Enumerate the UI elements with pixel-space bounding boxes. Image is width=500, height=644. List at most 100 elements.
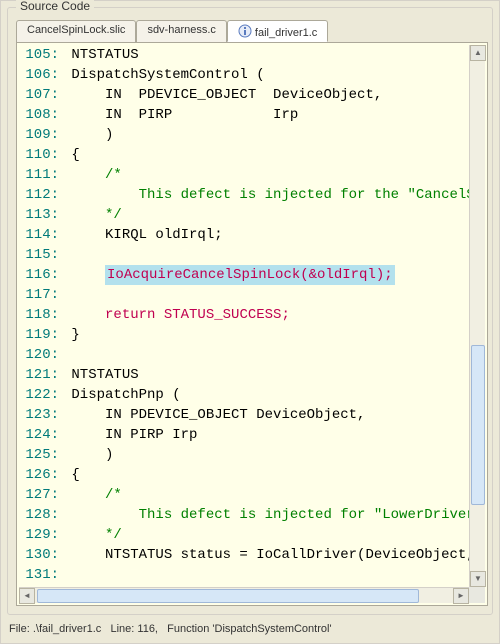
code-line: 110: { [19,145,469,165]
code-line: 126: { [19,465,469,485]
status-file: File: .\fail_driver1.c [9,623,101,635]
code-line: 108: IN PIRP Irp [19,105,469,125]
horizontal-scrollbar[interactable]: ◄ ► [19,587,469,603]
line-number: 111: [19,165,63,185]
code-token: { [71,147,79,163]
status-func: Function 'DispatchSystemControl' [167,623,331,635]
code-line: 107: IN PDEVICE_OBJECT DeviceObject, [19,85,469,105]
code-line: 120: [19,345,469,365]
code-line: 118: return STATUS_SUCCESS; [19,305,469,325]
tab-label: CancelSpinLock.slic [27,24,125,36]
code-token: IN PIRP Irp [71,427,197,443]
line-body: This defect is injected for "LowerDriver… [63,507,469,523]
line-body: NTSTATUS [63,47,139,63]
code-token: NTSTATUS status = IoCallDriver(DeviceObj… [71,547,469,563]
code-line: 111: /* [19,165,469,185]
line-body [63,247,71,263]
code-token: KIRQL oldIrql; [71,227,222,243]
code-line: 119: } [19,325,469,345]
code-token: This defect is injected for "LowerDriver… [71,507,469,523]
line-number: 117: [19,285,63,305]
code-line: 121: NTSTATUS [19,365,469,385]
code-line: 129: */ [19,525,469,545]
scrollbar-corner [469,587,485,603]
tab-label: sdv-harness.c [147,24,215,36]
line-body: DispatchPnp ( [63,387,181,403]
code-token: } [71,327,79,343]
line-body: ) [63,447,113,463]
line-body: return STATUS_SUCCESS; [63,307,290,323]
code-token [71,307,105,323]
line-body: IoAcquireCancelSpinLock(&oldIrql); [63,267,395,283]
code-line: 127: /* [19,485,469,505]
code-token: IoAcquireCancelSpinLock(&oldIrql); [105,265,395,285]
line-number: 106: [19,65,63,85]
line-body: */ [63,207,122,223]
line-number: 131: [19,565,63,585]
vertical-scroll-thumb[interactable] [471,345,485,505]
code-line: 114: KIRQL oldIrql; [19,225,469,245]
line-number: 124: [19,425,63,445]
line-body: { [63,467,80,483]
status-bar: File: .\fail_driver1.c Line: 116, Functi… [5,621,495,639]
tab-sdv-harness-c[interactable]: sdv-harness.c [136,20,226,42]
line-number: 107: [19,85,63,105]
line-body: } [63,327,80,343]
code-token: /* [71,487,121,503]
code-token: IN PDEVICE_OBJECT DeviceObject, [71,407,365,423]
code-line: 115: [19,245,469,265]
group-legend: Source Code [16,0,94,13]
line-body: IN PDEVICE_OBJECT DeviceObject, [63,407,365,423]
code-token: */ [71,207,121,223]
tab-fail-driver1-c[interactable]: fail_driver1.c [227,20,328,42]
code-line: 113: */ [19,205,469,225]
line-body: IN PIRP Irp [63,427,197,443]
line-number: 110: [19,145,63,165]
line-body: { [63,147,80,163]
line-number: 116: [19,265,63,285]
line-number: 126: [19,465,63,485]
source-code-panel: Source Code CancelSpinLock.slic sdv-harne… [0,0,500,644]
code-line: 105: NTSTATUS [19,45,469,65]
scroll-right-button[interactable]: ► [453,588,469,604]
line-number: 118: [19,305,63,325]
scroll-left-button[interactable]: ◄ [19,588,35,604]
code-token: ) [71,127,113,143]
line-number: 120: [19,345,63,365]
line-number: 113: [19,205,63,225]
tab-bar: CancelSpinLock.slic sdv-harness.c fail_dri… [16,20,484,42]
vertical-scrollbar[interactable]: ▲ ▼ [469,45,485,587]
info-icon [238,24,252,41]
line-body: NTSTATUS [63,367,139,383]
line-body: ) [63,127,113,143]
code-token: IN PIRP Irp [71,107,298,123]
line-number: 130: [19,545,63,565]
line-number: 112: [19,185,63,205]
scroll-up-button[interactable]: ▲ [470,45,486,61]
code-scroll-area[interactable]: 105: NTSTATUS106: DispatchSystemControl … [19,45,469,587]
code-token: NTSTATUS [71,367,138,383]
line-body: IN PDEVICE_OBJECT DeviceObject, [63,87,382,103]
code-token: DispatchPnp ( [71,387,180,403]
line-body: KIRQL oldIrql; [63,227,223,243]
line-body [63,567,71,583]
line-body: NTSTATUS status = IoCallDriver(DeviceObj… [63,547,469,563]
tab-cancelspinlock-slic[interactable]: CancelSpinLock.slic [16,20,136,42]
horizontal-scroll-thumb[interactable] [37,589,419,603]
line-body: /* [63,487,122,503]
line-number: 109: [19,125,63,145]
code-line: 123: IN PDEVICE_OBJECT DeviceObject, [19,405,469,425]
scroll-down-button[interactable]: ▼ [470,571,486,587]
code-token: */ [71,527,121,543]
code-token [71,267,105,283]
status-line: Line: 116, [110,623,158,635]
code-line: 116: IoAcquireCancelSpinLock(&oldIrql); [19,265,469,285]
tab-label: fail_driver1.c [255,27,317,39]
code-line: 131: [19,565,469,585]
line-number: 125: [19,445,63,465]
line-number: 105: [19,45,63,65]
code-token: NTSTATUS [71,47,138,63]
code-line: 117: [19,285,469,305]
line-body: */ [63,527,122,543]
code-line: 122: DispatchPnp ( [19,385,469,405]
